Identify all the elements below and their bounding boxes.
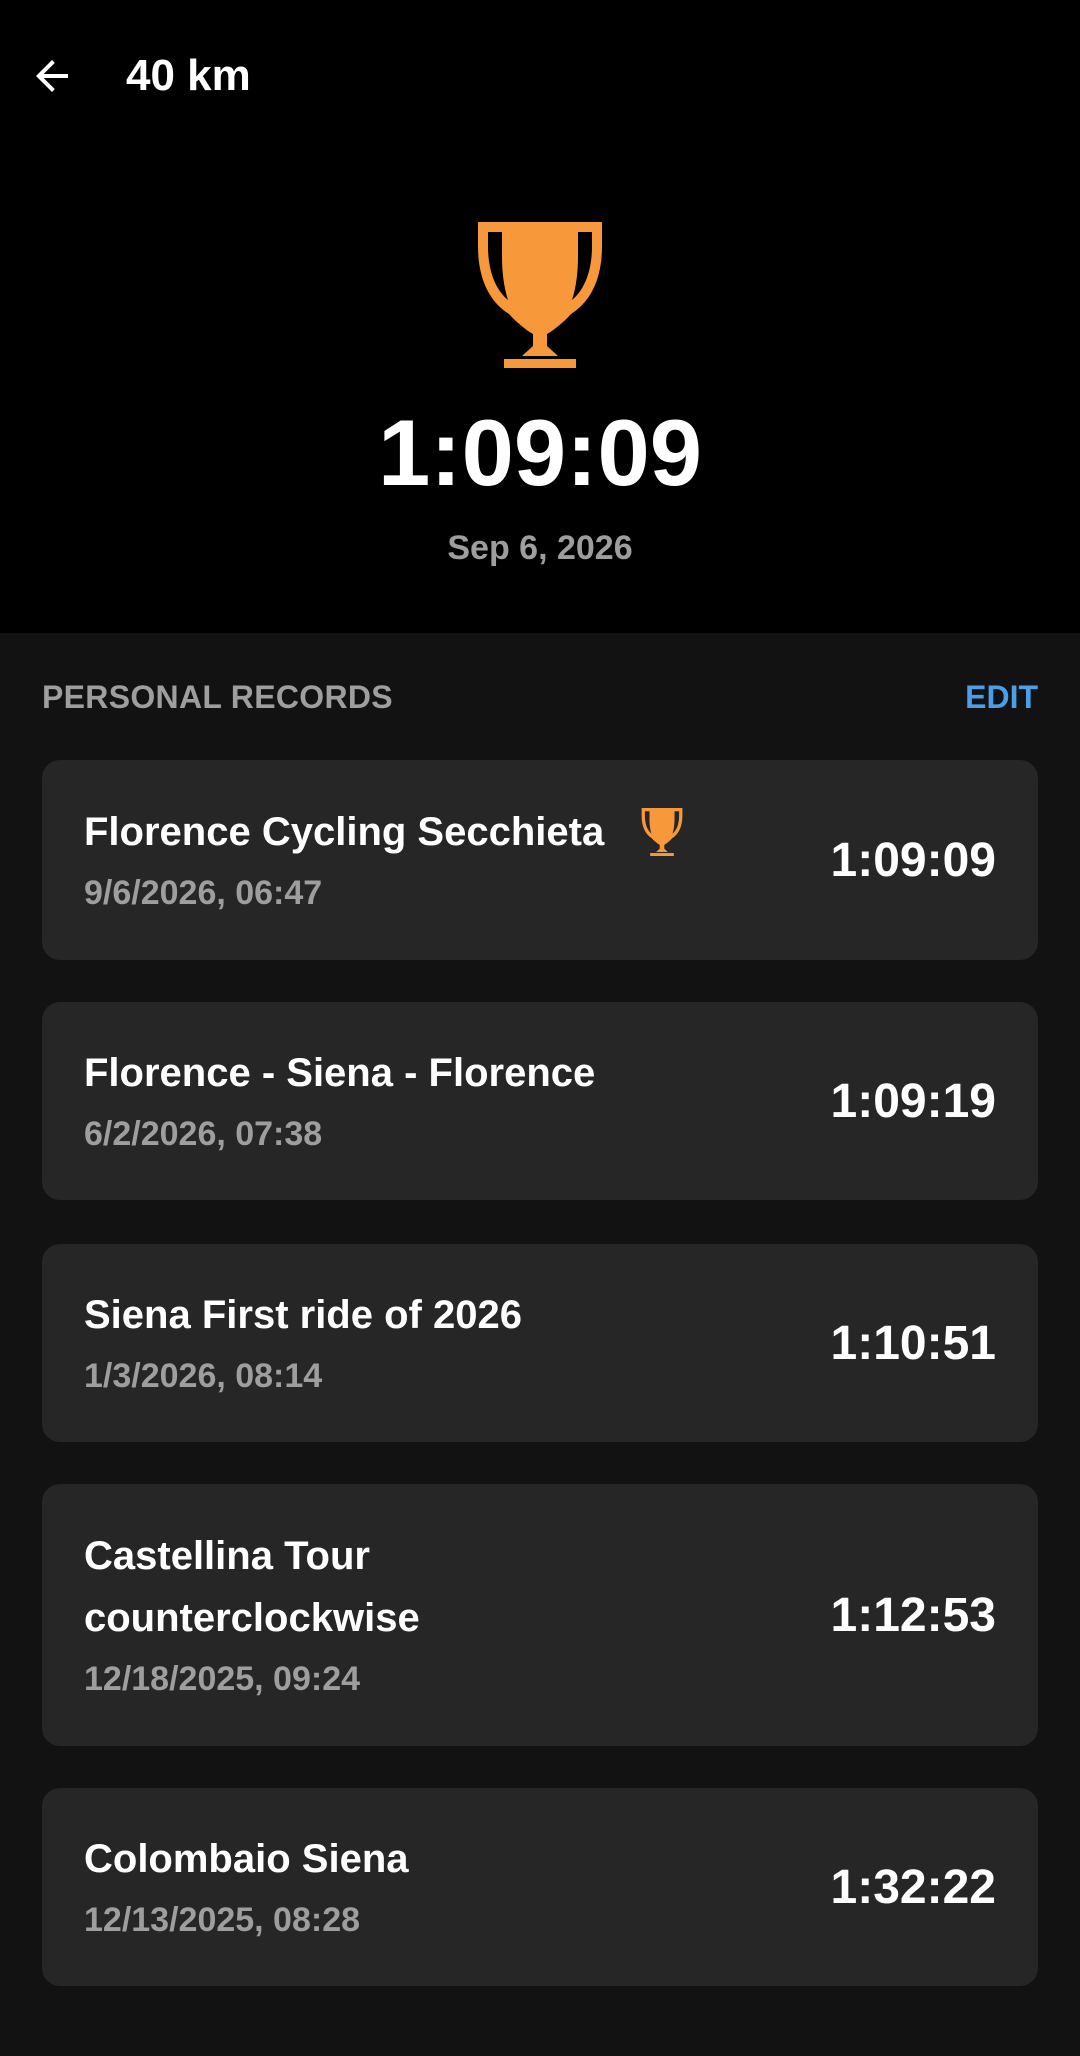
record-info: Castellina Tour counterclockwise 12/18/2… (84, 1484, 514, 1746)
record-name: Florence - Siena - Florence (84, 1051, 596, 1095)
record-info: Florence Cycling Secchieta 9/6/2026, 06:… (84, 760, 784, 960)
trophy-icon (468, 222, 612, 368)
page-title: 40 km (126, 51, 251, 100)
record-date: 6/2/2026, 07:38 (84, 1115, 323, 1153)
record-date: 12/18/2025, 09:24 (84, 1660, 361, 1698)
record-time: 1:32:22 (830, 1860, 996, 1914)
screen: 40 km 1:09:09 Sep 6, 2026 PERSONAL RECOR… (0, 0, 1080, 2056)
record-card[interactable]: Colombaio Siena 12/13/2025, 08:28 1:32:2… (42, 1788, 1038, 1986)
record-info: Florence - Siena - Florence 6/2/2026, 07… (84, 1002, 784, 1200)
top-app-bar: 40 km (0, 0, 1080, 152)
trophy-icon (638, 808, 686, 856)
section-title: PERSONAL RECORDS (42, 679, 393, 715)
record-time: 1:10:51 (830, 1316, 996, 1370)
record-date: 12/13/2025, 08:28 (84, 1901, 361, 1939)
record-info: Siena First ride of 2026 1/3/2026, 08:14 (84, 1244, 784, 1442)
record-name-row: Florence Cycling Secchieta (84, 801, 784, 863)
record-card[interactable]: Castellina Tour counterclockwise 12/18/2… (42, 1484, 1038, 1746)
record-time: 1:12:53 (830, 1588, 996, 1642)
hero-section: 40 km 1:09:09 Sep 6, 2026 (0, 0, 1080, 633)
edit-button[interactable]: EDIT (965, 674, 1038, 720)
record-card[interactable]: Florence - Siena - Florence 6/2/2026, 07… (42, 1002, 1038, 1200)
arrow-left-icon (36, 60, 68, 92)
record-name: Florence Cycling Secchieta (84, 810, 605, 854)
record-name: Castellina Tour counterclockwise (84, 1534, 420, 1640)
best-time: 1:09:09 (378, 400, 702, 505)
record-time: 1:09:09 (830, 833, 996, 887)
record-date: 9/6/2026, 06:47 (84, 874, 323, 912)
best-time-date: Sep 6, 2026 (447, 529, 633, 567)
record-name: Colombaio Siena (84, 1837, 409, 1881)
record-date: 1/3/2026, 08:14 (84, 1357, 323, 1395)
section-header: PERSONAL RECORDS EDIT (42, 674, 1038, 720)
record-name: Siena First ride of 2026 (84, 1293, 522, 1337)
record-card[interactable]: Florence Cycling Secchieta 9/6/2026, 06:… (42, 760, 1038, 960)
record-time: 1:09:19 (830, 1074, 996, 1128)
record-card[interactable]: Siena First ride of 2026 1/3/2026, 08:14… (42, 1244, 1038, 1442)
record-info: Colombaio Siena 12/13/2025, 08:28 (84, 1788, 784, 1986)
back-button[interactable] (20, 36, 84, 116)
